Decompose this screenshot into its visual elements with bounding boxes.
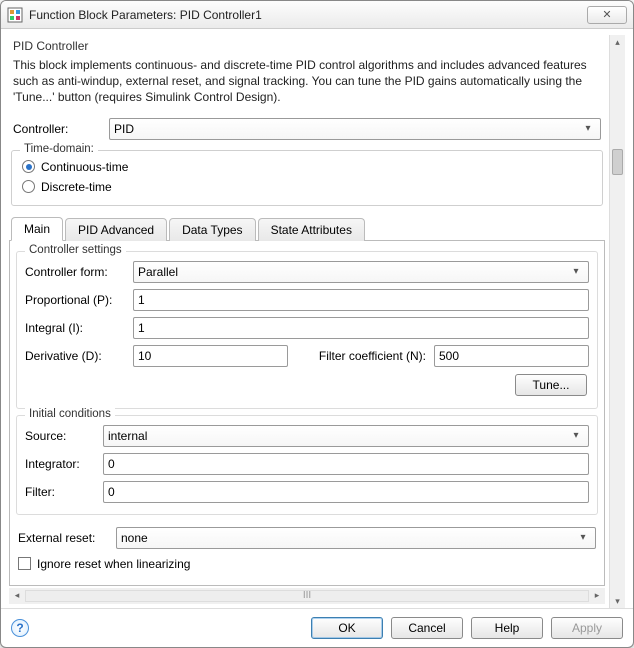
ok-button[interactable]: OK <box>311 617 383 639</box>
n-value: 500 <box>439 349 459 363</box>
tune-button[interactable]: Tune... <box>515 374 587 396</box>
filter-label: Filter: <box>25 485 95 499</box>
radio-label: Discrete-time <box>41 180 112 194</box>
radio-icon <box>22 160 35 173</box>
controller-select[interactable]: PID ▾ <box>109 118 601 140</box>
checkbox-icon <box>18 557 31 570</box>
ignore-reset-checkbox-row[interactable]: Ignore reset when linearizing <box>14 555 600 577</box>
main-scroll: PID Controller This block implements con… <box>9 35 609 608</box>
scroll-left-icon[interactable]: ◂ <box>9 589 25 603</box>
chevron-down-icon: ▾ <box>568 430 584 441</box>
i-label: Integral (I): <box>25 321 125 335</box>
time-domain-legend: Time-domain: <box>20 143 98 155</box>
p-input[interactable]: 1 <box>133 289 589 311</box>
hscroll-track[interactable]: III <box>25 590 589 602</box>
controller-form-select[interactable]: Parallel ▾ <box>133 261 589 283</box>
d-input[interactable]: 10 <box>133 345 288 367</box>
horizontal-scrollbar[interactable]: ◂ III ▸ <box>9 588 605 604</box>
content-area: PID Controller This block implements con… <box>1 29 633 608</box>
p-label: Proportional (P): <box>25 293 125 307</box>
i-value: 1 <box>138 321 145 335</box>
controller-settings-group: Controller settings Controller form: Par… <box>16 251 598 409</box>
dialog-footer: ? OK Cancel Help Apply <box>1 608 633 647</box>
source-value: internal <box>108 429 147 443</box>
integrator-value: 0 <box>108 457 115 471</box>
tab-state-attributes[interactable]: State Attributes <box>258 218 365 241</box>
help-icon[interactable]: ? <box>11 619 29 637</box>
controller-row: Controller: PID ▾ <box>9 114 605 144</box>
integrator-input[interactable]: 0 <box>103 453 589 475</box>
ignore-reset-label: Ignore reset when linearizing <box>37 557 190 571</box>
external-reset-select[interactable]: none ▾ <box>116 527 596 549</box>
controller-label: Controller: <box>13 122 103 136</box>
radio-continuous[interactable]: Continuous-time <box>20 157 594 177</box>
initial-conditions-group: Initial conditions Source: internal ▾ In… <box>16 415 598 515</box>
scroll-down-icon[interactable]: ▾ <box>611 594 625 608</box>
time-domain-group: Time-domain: Continuous-time Discrete-ti… <box>11 150 603 206</box>
tab-strip: Main PID Advanced Data Types State Attri… <box>9 216 605 241</box>
scroll-up-icon[interactable]: ▴ <box>611 35 625 49</box>
i-input[interactable]: 1 <box>133 317 589 339</box>
filter-value: 0 <box>108 485 115 499</box>
chevron-down-icon: ▾ <box>568 266 584 277</box>
controller-settings-legend: Controller settings <box>25 244 126 256</box>
controller-form-label: Controller form: <box>25 265 125 279</box>
cancel-button[interactable]: Cancel <box>391 617 463 639</box>
d-value: 10 <box>138 349 151 363</box>
d-label: Derivative (D): <box>25 349 125 363</box>
chevron-down-icon: ▾ <box>580 123 596 134</box>
controller-form-value: Parallel <box>138 265 178 279</box>
initial-conditions-legend: Initial conditions <box>25 408 115 420</box>
source-label: Source: <box>25 429 95 443</box>
block-description: This block implements continuous- and di… <box>9 55 605 114</box>
close-icon: ✕ <box>602 8 611 21</box>
n-input[interactable]: 500 <box>434 345 589 367</box>
external-reset-value: none <box>121 531 148 545</box>
window-title: Function Block Parameters: PID Controlle… <box>29 8 587 22</box>
tab-pid-advanced[interactable]: PID Advanced <box>65 218 167 241</box>
close-button[interactable]: ✕ <box>587 6 627 24</box>
titlebar: Function Block Parameters: PID Controlle… <box>1 1 633 29</box>
help-button[interactable]: Help <box>471 617 543 639</box>
dialog-window: Function Block Parameters: PID Controlle… <box>0 0 634 648</box>
scroll-right-icon[interactable]: ▸ <box>589 589 605 603</box>
apply-button[interactable]: Apply <box>551 617 623 639</box>
n-label: Filter coefficient (N): <box>296 349 426 363</box>
chevron-down-icon: ▾ <box>575 532 591 543</box>
filter-input[interactable]: 0 <box>103 481 589 503</box>
radio-icon <box>22 180 35 193</box>
external-reset-label: External reset: <box>18 531 108 545</box>
vertical-scrollbar[interactable]: ▴ ▾ <box>609 35 625 608</box>
radio-discrete[interactable]: Discrete-time <box>20 177 594 197</box>
section-title: PID Controller <box>9 35 605 55</box>
scroll-wrap: PID Controller This block implements con… <box>9 35 625 608</box>
app-icon <box>7 7 23 23</box>
source-select[interactable]: internal ▾ <box>103 425 589 447</box>
vscroll-thumb[interactable] <box>612 149 623 175</box>
vscroll-track[interactable] <box>610 49 625 594</box>
p-value: 1 <box>138 293 145 307</box>
tab-main[interactable]: Main <box>11 217 63 241</box>
tab-data-types[interactable]: Data Types <box>169 218 255 241</box>
tab-panel-main: Controller settings Controller form: Par… <box>9 241 605 586</box>
controller-value: PID <box>114 122 134 136</box>
integrator-label: Integrator: <box>25 457 95 471</box>
radio-label: Continuous-time <box>41 160 128 174</box>
